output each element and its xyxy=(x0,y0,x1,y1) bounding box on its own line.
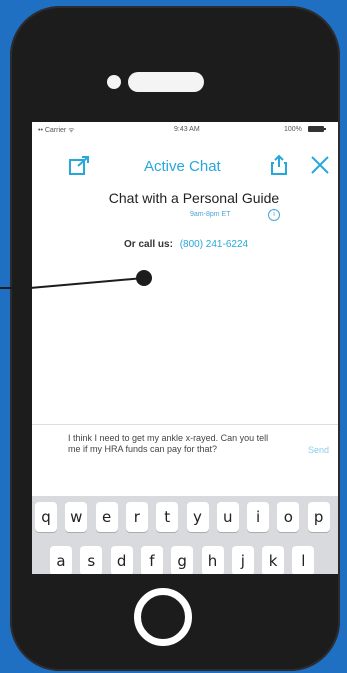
battery-icon xyxy=(308,126,326,132)
key-p[interactable]: p xyxy=(307,502,330,532)
message-input[interactable]: I think I need to get my ankle x-rayed. … xyxy=(68,433,278,455)
key-d[interactable]: d xyxy=(110,546,133,574)
chat-hours: 9am-8pm ET xyxy=(190,211,231,218)
key-y[interactable]: y xyxy=(186,502,209,532)
key-u[interactable]: u xyxy=(216,502,239,532)
key-s[interactable]: s xyxy=(80,546,103,574)
page-title: Active Chat xyxy=(144,158,221,175)
call-us-label: Or call us: xyxy=(124,239,173,250)
key-o[interactable]: o xyxy=(277,502,300,532)
keyboard: qwertyuiop asdfghjkl xyxy=(32,496,338,574)
speaker-grille xyxy=(128,72,204,92)
key-i[interactable]: i xyxy=(247,502,270,532)
share-icon[interactable] xyxy=(270,154,288,176)
status-time: 9:43 AM xyxy=(174,126,200,133)
key-f[interactable]: f xyxy=(140,546,163,574)
key-k[interactable]: k xyxy=(262,546,285,574)
camera-icon xyxy=(107,75,121,89)
message-composer[interactable]: I think I need to get my ankle x-rayed. … xyxy=(32,424,338,467)
key-w[interactable]: w xyxy=(65,502,88,532)
battery-percent: 100% xyxy=(284,126,302,133)
key-h[interactable]: h xyxy=(201,546,224,574)
keyboard-row-1: qwertyuiop xyxy=(32,502,338,536)
key-j[interactable]: j xyxy=(231,546,254,574)
key-e[interactable]: e xyxy=(95,502,118,532)
key-t[interactable]: t xyxy=(156,502,179,532)
compose-icon[interactable] xyxy=(68,156,90,176)
phone-frame: •• Carrier ᯤ 9:43 AM 100% Active Chat Ch… xyxy=(10,6,340,671)
carrier-label: •• Carrier ᯤ xyxy=(38,127,75,134)
home-button[interactable] xyxy=(134,588,192,646)
key-q[interactable]: q xyxy=(35,502,57,532)
send-button[interactable]: Send xyxy=(308,445,329,455)
phone-screen: •• Carrier ᯤ 9:43 AM 100% Active Chat Ch… xyxy=(32,122,338,574)
phone-number-link[interactable]: (800) 241-6224 xyxy=(180,239,248,250)
status-bar: •• Carrier ᯤ 9:43 AM 100% xyxy=(32,122,338,138)
close-icon[interactable] xyxy=(310,155,330,175)
chat-nav-bar: Active Chat xyxy=(32,142,338,178)
key-a[interactable]: a xyxy=(50,546,72,574)
call-us-row: Or call us: (800) 241-6224 xyxy=(124,239,248,250)
key-g[interactable]: g xyxy=(171,546,194,574)
key-r[interactable]: r xyxy=(125,502,148,532)
chat-heading: Chat with a Personal Guide xyxy=(108,190,280,206)
info-icon[interactable]: i xyxy=(268,209,280,221)
key-l[interactable]: l xyxy=(292,546,315,574)
keyboard-row-2: asdfghjkl xyxy=(32,546,338,574)
